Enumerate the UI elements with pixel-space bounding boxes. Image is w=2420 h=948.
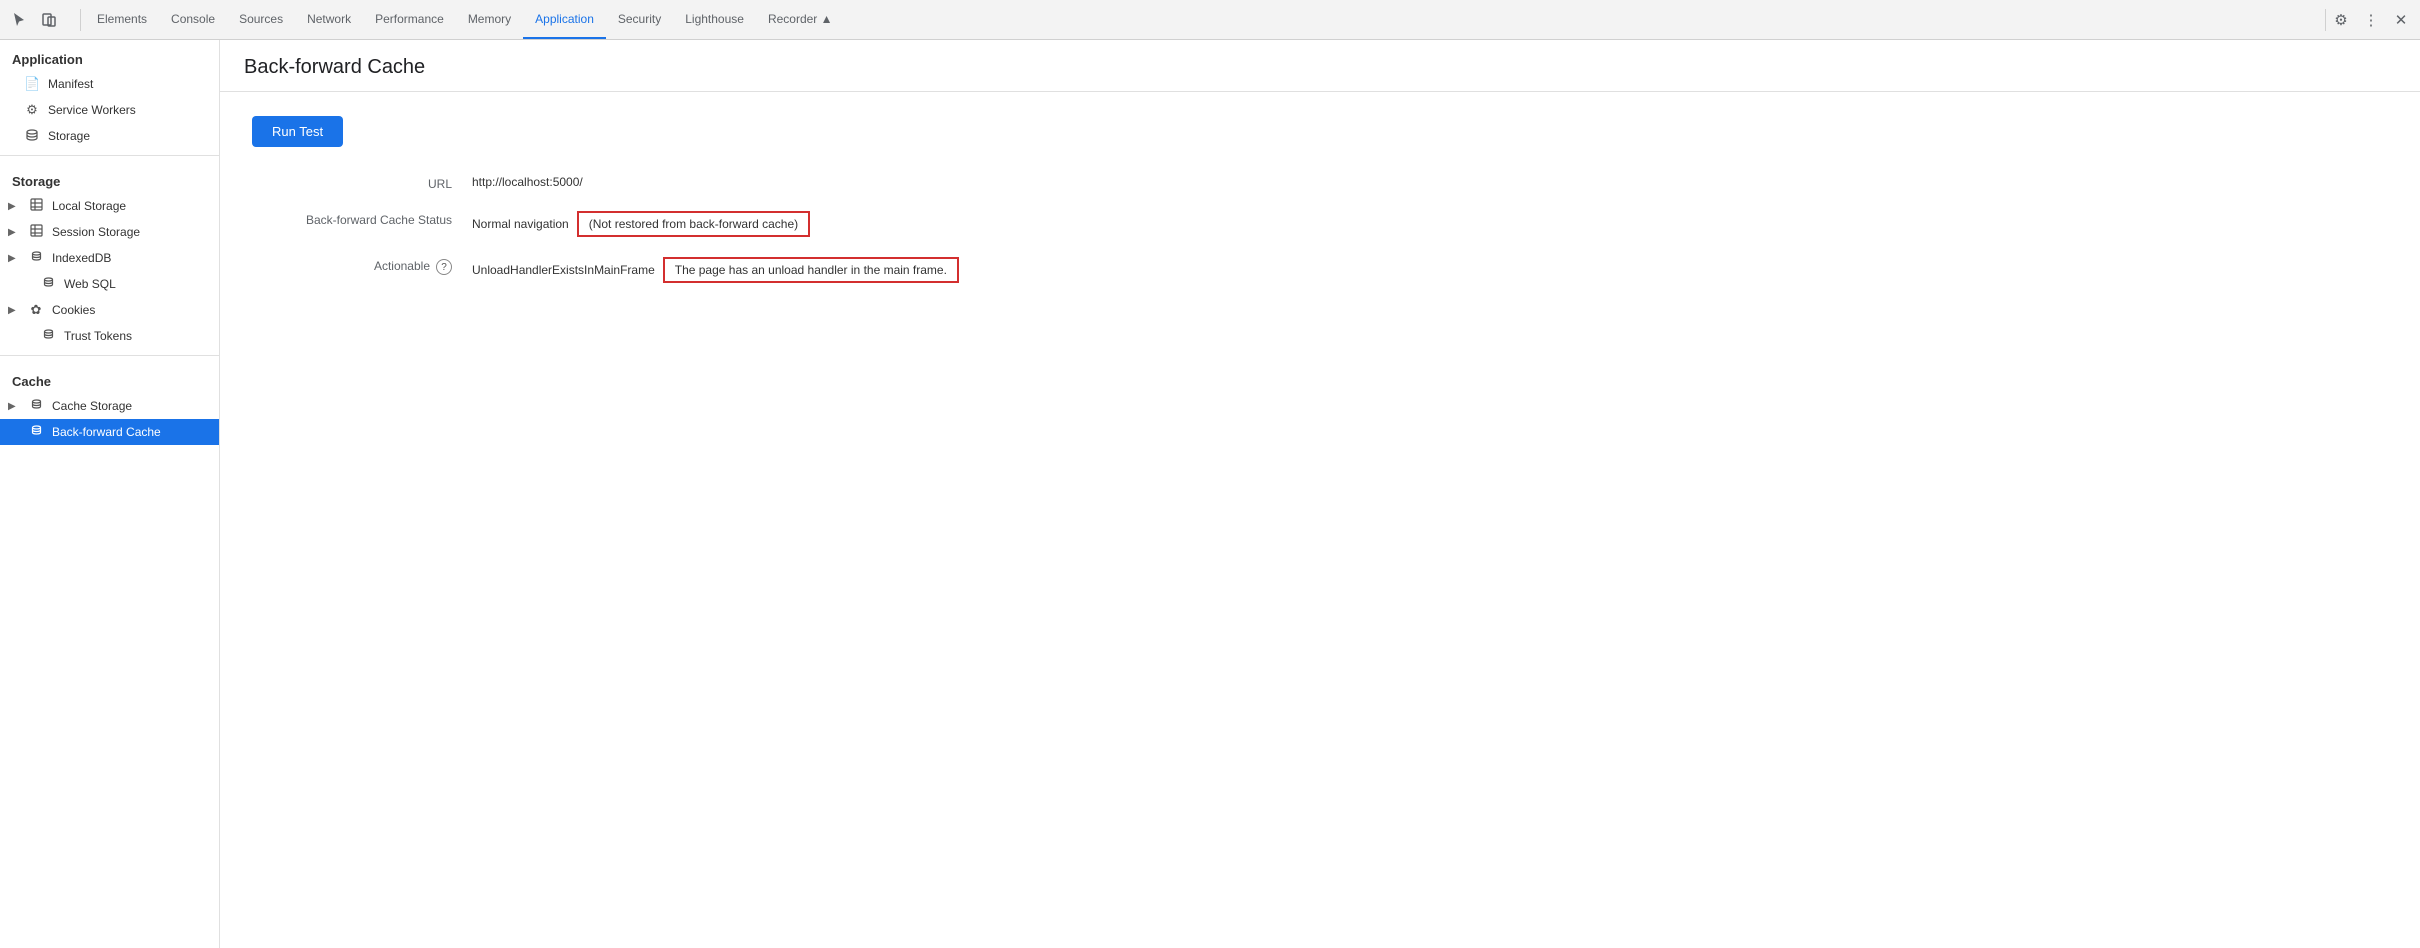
content-body: Run Test URL http://localhost:5000/ Back… <box>220 92 2420 948</box>
sidebar-item-back-forward-cache-label: Back-forward Cache <box>52 425 161 439</box>
local-storage-arrow: ▶ <box>8 201 20 212</box>
tab-memory[interactable]: Memory <box>456 0 523 39</box>
page-title: Back-forward Cache <box>244 56 2396 79</box>
session-storage-icon <box>28 224 44 240</box>
help-icon[interactable]: ? <box>436 259 452 275</box>
info-grid: URL http://localhost:5000/ Back-forward … <box>252 175 2388 283</box>
toolbar: Elements Console Sources Network Perform… <box>0 0 2420 40</box>
actionable-detail-box: The page has an unload handler in the ma… <box>663 257 959 283</box>
actionable-label-text: Actionable <box>374 259 430 273</box>
toolbar-tabs: Elements Console Sources Network Perform… <box>85 0 2321 39</box>
sidebar-item-manifest[interactable]: 📄 Manifest <box>0 71 219 97</box>
indexeddb-icon <box>28 250 44 266</box>
local-storage-icon <box>28 198 44 214</box>
more-icon[interactable]: ⋮ <box>2360 9 2382 31</box>
sidebar-section-cache: Cache <box>0 362 219 393</box>
tab-console[interactable]: Console <box>159 0 227 39</box>
sidebar-item-indexeddb-label: IndexedDB <box>52 251 111 265</box>
sidebar-item-cache-storage-label: Cache Storage <box>52 399 132 413</box>
sidebar-section-storage: Storage <box>0 162 219 193</box>
sidebar: Application 📄 Manifest ⚙ Service Workers… <box>0 40 220 948</box>
sidebar-item-local-storage[interactable]: ▶ Local Storage <box>0 193 219 219</box>
status-detail-box: (Not restored from back-forward cache) <box>577 211 810 237</box>
sidebar-divider-1 <box>0 155 219 156</box>
cursor-icon[interactable] <box>8 9 30 31</box>
device-icon[interactable] <box>38 9 60 31</box>
sidebar-item-service-workers-label: Service Workers <box>48 103 136 117</box>
sidebar-item-session-storage[interactable]: ▶ Session Storage <box>0 219 219 245</box>
session-storage-arrow: ▶ <box>8 227 20 238</box>
settings-icon[interactable]: ⚙ <box>2330 9 2352 31</box>
tab-sources[interactable]: Sources <box>227 0 295 39</box>
toolbar-actions: ⚙ ⋮ ✕ <box>2330 9 2412 31</box>
cache-storage-icon <box>28 398 44 414</box>
actionable-code: UnloadHandlerExistsInMainFrame <box>472 263 655 277</box>
url-value: http://localhost:5000/ <box>472 175 2388 189</box>
sidebar-item-cache-storage[interactable]: ▶ Cache Storage <box>0 393 219 419</box>
sidebar-item-trust-tokens-label: Trust Tokens <box>64 329 132 343</box>
tab-elements[interactable]: Elements <box>85 0 159 39</box>
toolbar-divider-right <box>2325 9 2326 31</box>
actionable-value-row: UnloadHandlerExistsInMainFrame The page … <box>472 257 2388 283</box>
sidebar-item-indexeddb[interactable]: ▶ IndexedDB <box>0 245 219 271</box>
cookies-arrow: ▶ <box>8 305 20 316</box>
storage-icon <box>24 128 40 145</box>
sidebar-section-application: Application <box>0 40 219 71</box>
sidebar-item-back-forward-cache[interactable]: Back-forward Cache <box>0 419 219 445</box>
sidebar-item-storage-label: Storage <box>48 129 90 143</box>
run-test-button[interactable]: Run Test <box>252 116 343 147</box>
close-icon[interactable]: ✕ <box>2390 9 2412 31</box>
tab-performance[interactable]: Performance <box>363 0 456 39</box>
service-workers-icon: ⚙ <box>24 102 40 118</box>
tab-recorder[interactable]: Recorder ▲ <box>756 0 845 39</box>
tab-network[interactable]: Network <box>295 0 363 39</box>
sidebar-divider-2 <box>0 355 219 356</box>
cache-storage-arrow: ▶ <box>8 401 20 412</box>
status-value-row: Normal navigation (Not restored from bac… <box>472 211 2388 237</box>
sidebar-item-service-workers[interactable]: ⚙ Service Workers <box>0 97 219 123</box>
sidebar-item-local-storage-label: Local Storage <box>52 199 126 213</box>
sidebar-item-cookies-label: Cookies <box>52 303 95 317</box>
content-area: Back-forward Cache Run Test URL http://l… <box>220 40 2420 948</box>
trust-tokens-icon <box>40 328 56 344</box>
status-text: Normal navigation <box>472 217 569 231</box>
sidebar-item-session-storage-label: Session Storage <box>52 225 140 239</box>
actionable-label: Actionable ? <box>252 257 472 275</box>
tab-security[interactable]: Security <box>606 0 673 39</box>
indexeddb-arrow: ▶ <box>8 253 20 264</box>
manifest-icon: 📄 <box>24 76 40 92</box>
sidebar-item-manifest-label: Manifest <box>48 77 93 91</box>
sidebar-item-web-sql-label: Web SQL <box>64 277 116 291</box>
toolbar-devtools-icons <box>8 9 60 31</box>
content-header: Back-forward Cache <box>220 40 2420 92</box>
toolbar-divider-left <box>80 9 81 31</box>
status-label: Back-forward Cache Status <box>252 211 472 227</box>
sidebar-item-trust-tokens[interactable]: Trust Tokens <box>0 323 219 349</box>
actionable-value: UnloadHandlerExistsInMainFrame The page … <box>472 257 2388 283</box>
main-layout: Application 📄 Manifest ⚙ Service Workers… <box>0 40 2420 948</box>
sidebar-item-storage[interactable]: Storage <box>0 123 219 149</box>
status-value: Normal navigation (Not restored from bac… <box>472 211 2388 237</box>
sidebar-item-web-sql[interactable]: Web SQL <box>0 271 219 297</box>
sidebar-item-cookies[interactable]: ▶ ✿ Cookies <box>0 297 219 323</box>
back-forward-cache-icon <box>28 424 44 440</box>
tab-application[interactable]: Application <box>523 0 606 39</box>
web-sql-icon <box>40 276 56 292</box>
cookies-icon: ✿ <box>28 302 44 318</box>
tab-lighthouse[interactable]: Lighthouse <box>673 0 756 39</box>
url-label: URL <box>252 175 472 191</box>
